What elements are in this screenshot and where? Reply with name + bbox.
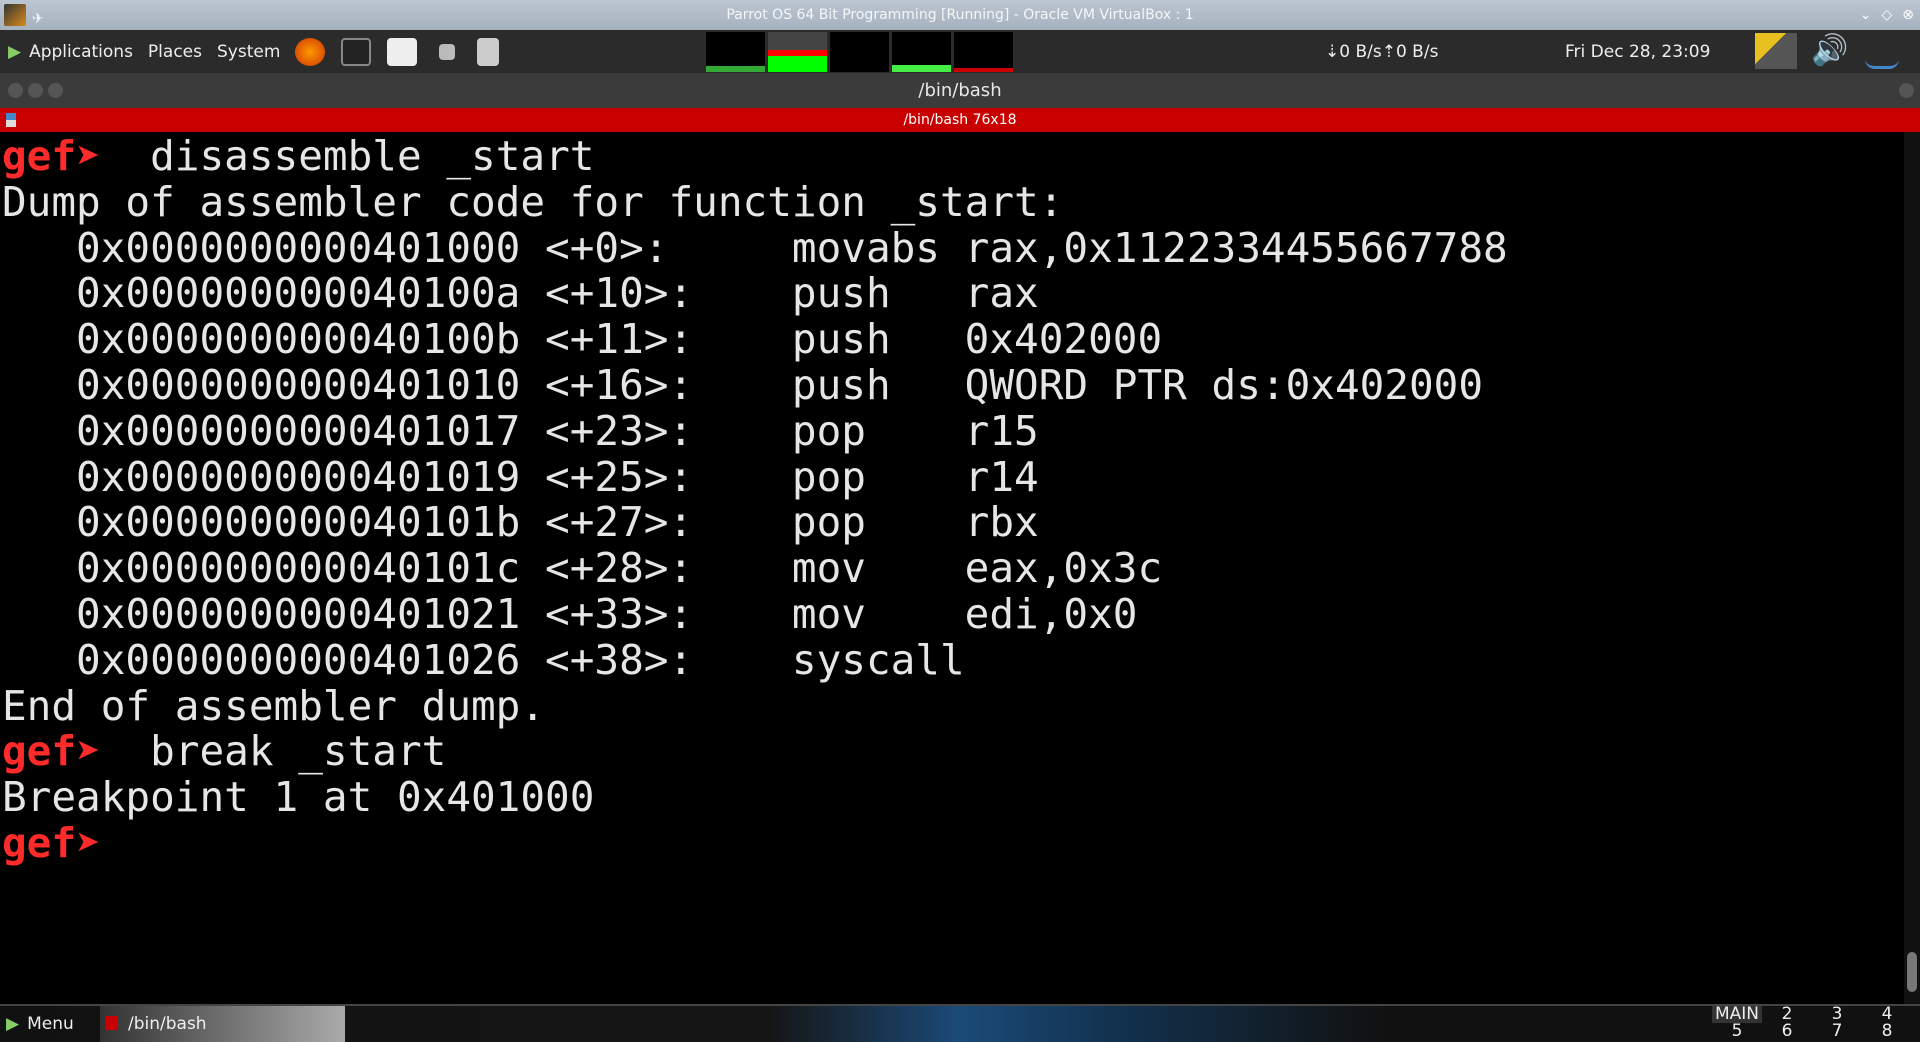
display-settings-icon[interactable] [1755,33,1797,69]
cpu-graph [706,32,765,72]
output-line: 0x000000000040101b <+27>: pop rbx [2,498,1904,547]
gef-prompt: gef➤ [2,132,101,180]
menu-applications[interactable]: Applications [29,42,133,62]
line-text: 0x000000000040101b <+27>: pop rbx [2,498,1039,547]
window-menu-button[interactable] [1899,83,1914,98]
text-editor-icon[interactable] [387,37,418,66]
command-line: gef➤ disassemble _start [2,132,1904,180]
terminal-window-titlebar: /bin/bash [0,73,1920,108]
line-text: 0x000000000040100a <+10>: push rax [2,269,1039,318]
taskbar-item-bash[interactable]: /bin/bash [100,1006,345,1042]
output-line: End of assembler dump. [2,681,1904,730]
firefox-icon[interactable] [295,37,326,66]
scrollbar[interactable] [1904,132,1920,1004]
line-text: disassemble _start [100,132,595,180]
window-icon[interactable] [439,43,456,60]
line-text: Dump of assembler code for function _sta… [2,177,1064,226]
window-title: /bin/bash [918,80,1002,101]
terminal-output[interactable]: gef➤ disassemble _start Dump of assembler… [0,132,1904,1004]
network-speed: ⇣0 B/s⇡0 B/s [1325,42,1439,62]
net-graph [892,32,951,72]
close-button[interactable] [8,83,23,98]
output-line: 0x0000000000401010 <+16>: push QWORD PTR… [2,360,1904,409]
output-line: 0x000000000040101c <+28>: mov eax,0x3c [2,544,1904,593]
minimize-icon[interactable]: ⌄ [1860,0,1872,30]
maximize-icon[interactable]: ◇ [1881,0,1892,30]
command-line: gef➤ break _start [2,727,1904,776]
task-label: /bin/bash [128,1014,207,1034]
top-panel: ▶ Applications Places System ⇣0 B/s⇡0 B/… [0,30,1920,73]
terminal-tab-icon [6,113,16,127]
bottom-taskbar: ▶ Menu /bin/bash MAIN 2 3 4 5 6 7 8 [0,1004,1920,1042]
terminal-tab[interactable]: /bin/bash 76x18 [0,108,1920,132]
line-text: 0x0000000000401010 <+16>: push QWORD PTR… [2,360,1484,409]
output-line: Breakpoint 1 at 0x401000 [2,773,1904,822]
load-graph [954,32,1013,72]
virtualbox-logo-icon [4,4,26,26]
output-line: 0x0000000000401000 <+0>: movabs rax,0x11… [2,223,1904,272]
output-line: 0x000000000040100b <+11>: push 0x402000 [2,315,1904,364]
workspace-7[interactable]: 7 [1812,1023,1862,1040]
gef-prompt: gef➤ [2,818,101,867]
output-line: Dump of assembler code for function _sta… [2,177,1904,226]
scrollbar-thumb[interactable] [1907,952,1917,992]
line-text: Breakpoint 1 at 0x401000 [2,773,595,822]
minimize-button[interactable] [28,83,43,98]
line-text: 0x0000000000401017 <+23>: pop r15 [2,406,1039,455]
parrot-menu-icon: ▶ [8,41,22,62]
terminal-icon [106,1016,118,1030]
line-text: break _start [100,727,447,776]
close-icon[interactable]: ⊗ [1902,0,1914,30]
workspace-switcher[interactable]: MAIN 2 3 4 5 6 7 8 [1712,1006,1912,1040]
output-line: 0x0000000000401019 <+25>: pop r14 [2,452,1904,501]
volume-icon[interactable]: 🔊 [1811,33,1851,69]
tab-title: /bin/bash 76x18 [903,112,1017,128]
line-text: 0x0000000000401000 <+0>: movabs rax,0x11… [2,223,1508,272]
virtualbox-titlebar: ✈ Parrot OS 64 Bit Programming [Running]… [0,0,1920,30]
line-text: 0x0000000000401019 <+25>: pop r14 [2,452,1039,501]
terminal-launcher-icon[interactable] [341,37,372,66]
menu-system[interactable]: System [217,42,280,62]
line-text: 0x000000000040101c <+28>: mov eax,0x3c [2,544,1163,593]
line-text: 0x000000000040100b <+11>: push 0x402000 [2,315,1163,364]
menu-places[interactable]: Places [148,42,202,62]
workspace-8[interactable]: 8 [1862,1023,1912,1040]
gef-prompt: gef➤ [2,727,101,776]
swap-graph [830,32,889,72]
clock[interactable]: Fri Dec 28, 23:09 [1565,42,1710,62]
output-line: 0x0000000000401026 <+38>: syscall [2,635,1904,684]
workspace-6[interactable]: 6 [1762,1023,1812,1040]
command-line: gef➤ [2,818,1904,867]
memory-graph [768,32,827,72]
file-cabinet-icon[interactable] [477,37,500,66]
line-text: 0x0000000000401026 <+38>: syscall [2,635,965,684]
output-line: 0x000000000040100a <+10>: push rax [2,269,1904,318]
menu-label: Menu [27,1014,74,1034]
output-line: 0x0000000000401017 <+23>: pop r15 [2,406,1904,455]
network-icon[interactable] [1865,33,1899,69]
line-text: End of assembler dump. [2,681,546,730]
workspace-5[interactable]: 5 [1712,1023,1762,1040]
output-line: 0x0000000000401021 <+33>: mov edi,0x0 [2,589,1904,638]
start-menu-button[interactable]: ▶ Menu [6,1014,74,1034]
vbox-title: Parrot OS 64 Bit Programming [Running] -… [726,7,1194,23]
parrot-icon: ▶ [6,1014,20,1034]
line-text: 0x0000000000401021 <+33>: mov edi,0x0 [2,589,1138,638]
maximize-button[interactable] [48,83,63,98]
